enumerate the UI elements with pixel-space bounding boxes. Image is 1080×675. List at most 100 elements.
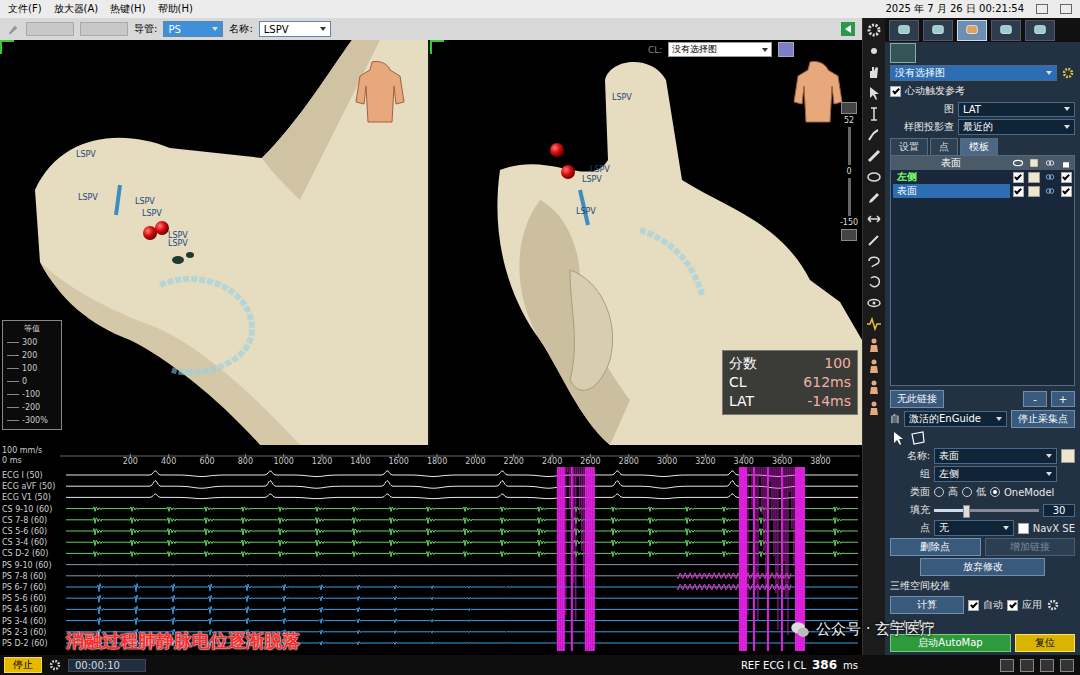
- lock-icon[interactable]: [1060, 659, 1074, 672]
- wave-icon[interactable]: [866, 316, 882, 332]
- menu-item[interactable]: 热键(H): [110, 2, 145, 16]
- dot-icon[interactable]: [866, 43, 882, 59]
- mode-tab[interactable]: [923, 20, 953, 41]
- figure-icon[interactable]: [866, 337, 882, 353]
- channel-label: PS 6-7 (60): [2, 583, 46, 592]
- catheter-dropdown[interactable]: PS: [163, 21, 223, 37]
- mode-tab[interactable]: [991, 20, 1021, 41]
- gear-icon: [1046, 598, 1060, 612]
- info-label: LAT: [729, 392, 754, 411]
- point-button[interactable]: 删除点: [890, 538, 981, 556]
- checkbox[interactable]: [968, 600, 979, 611]
- table-row[interactable]: 表面: [891, 184, 1074, 198]
- map-dropdown[interactable]: 没有选择图: [668, 42, 772, 57]
- stop-button[interactable]: 停止: [4, 657, 42, 673]
- add-button[interactable]: +: [1051, 391, 1075, 407]
- dropdown[interactable]: 表面: [934, 448, 1057, 464]
- record-icon[interactable]: [1040, 659, 1054, 672]
- menu-item[interactable]: 帮助(H): [158, 2, 193, 16]
- network-icon[interactable]: [1020, 659, 1034, 672]
- eye-icon[interactable]: [866, 295, 882, 311]
- panel-tab[interactable]: 点: [930, 138, 958, 155]
- remove-button[interactable]: -: [1023, 391, 1047, 407]
- discard-button[interactable]: 放弃修改: [920, 558, 1045, 576]
- pin-icon: [6, 22, 20, 36]
- pen-icon[interactable]: [866, 190, 882, 206]
- dropdown[interactable]: 无: [934, 520, 1014, 536]
- dropdown-arrow-icon: [1046, 454, 1052, 458]
- container: [1049, 175, 1054, 180]
- ruler-icon[interactable]: [866, 148, 882, 164]
- reference-value: 386: [812, 658, 837, 672]
- time-tick-label: 2600: [580, 457, 600, 466]
- dropdown[interactable]: 左侧: [934, 466, 1057, 482]
- checkbox[interactable]: [1013, 186, 1024, 197]
- time-tick-label: 1800: [427, 457, 447, 466]
- close-icon[interactable]: [1060, 4, 1072, 14]
- time-tick-label: 3600: [772, 457, 792, 466]
- hand-icon[interactable]: [866, 64, 882, 80]
- checkbox[interactable]: [1061, 172, 1072, 183]
- dropdown[interactable]: LAT: [958, 102, 1075, 117]
- figure-icon[interactable]: [866, 379, 882, 395]
- arrow-icon[interactable]: [866, 85, 882, 101]
- checkbox[interactable]: [1007, 600, 1018, 611]
- name-dropdown[interactable]: LSPV: [259, 21, 331, 37]
- dropdown-value: 没有选择图: [672, 43, 717, 56]
- radio-button[interactable]: [934, 487, 944, 497]
- container: [868, 216, 880, 222]
- table-row[interactable]: 左侧: [891, 170, 1074, 184]
- artifact-line: [583, 467, 584, 588]
- row-cell: [1026, 185, 1042, 197]
- fill-slider[interactable]: [934, 504, 1039, 516]
- figure-icon[interactable]: [866, 358, 882, 374]
- time-tick-label: 3400: [734, 457, 754, 466]
- point-button[interactable]: 增加链接: [985, 538, 1076, 556]
- rotate-icon[interactable]: [866, 274, 882, 290]
- text-cursor-icon[interactable]: [866, 106, 882, 122]
- depth-slider[interactable]: 520-150: [838, 102, 860, 241]
- gear-icon[interactable]: [866, 22, 882, 38]
- checkbox[interactable]: [1061, 186, 1072, 197]
- wand-icon[interactable]: [866, 232, 882, 248]
- sphere-icon: [930, 23, 946, 37]
- mode-tab[interactable]: [1025, 20, 1055, 41]
- calculate-button[interactable]: 计算: [890, 596, 964, 614]
- panel-tab[interactable]: 模板: [960, 138, 998, 155]
- checkbox[interactable]: [1013, 172, 1024, 183]
- ablation-sphere: [561, 165, 575, 179]
- artifact-line: [771, 467, 772, 519]
- surface-table: 表面左侧表面: [890, 155, 1075, 386]
- dropdown[interactable]: 没有选择图: [890, 65, 1057, 81]
- radio-button[interactable]: [990, 487, 1000, 497]
- wechat-icon: [790, 619, 810, 639]
- map-options-icon[interactable]: [778, 42, 794, 57]
- dropdown[interactable]: 最近的: [958, 119, 1075, 135]
- legend-tick: [7, 355, 19, 356]
- panel-tab[interactable]: 设置: [890, 138, 928, 155]
- legend-value: 0: [22, 377, 27, 386]
- reset-button[interactable]: 复位: [1015, 634, 1075, 652]
- ellipse-icon[interactable]: [866, 169, 882, 185]
- link-button[interactable]: 无此链接: [890, 390, 944, 408]
- stop-collect-button[interactable]: 停止采集点: [1011, 410, 1075, 428]
- artifact-line: [741, 467, 743, 651]
- ablation-point: [550, 143, 564, 157]
- dropdown[interactable]: 激活的EnGuide: [904, 411, 1007, 427]
- minimize-icon[interactable]: [1036, 4, 1048, 14]
- menu-item[interactable]: 放大器(A): [54, 2, 99, 16]
- mode-tab[interactable]: [889, 20, 919, 41]
- slider-track: [934, 509, 1039, 512]
- menu-item[interactable]: 文件(F): [8, 2, 42, 16]
- mode-tab[interactable]: [957, 20, 987, 41]
- checkbox[interactable]: [1018, 523, 1029, 534]
- monitor-icon[interactable]: [1000, 659, 1014, 672]
- checkbox[interactable]: [890, 86, 901, 97]
- resize-icon[interactable]: [866, 211, 882, 227]
- lasso-icon[interactable]: [866, 253, 882, 269]
- container: [1063, 162, 1069, 167]
- channel-label: ECG aVF (50): [2, 482, 55, 491]
- radio-button[interactable]: [962, 487, 972, 497]
- figure-icon[interactable]: [866, 400, 882, 416]
- catheter-icon[interactable]: [866, 127, 882, 143]
